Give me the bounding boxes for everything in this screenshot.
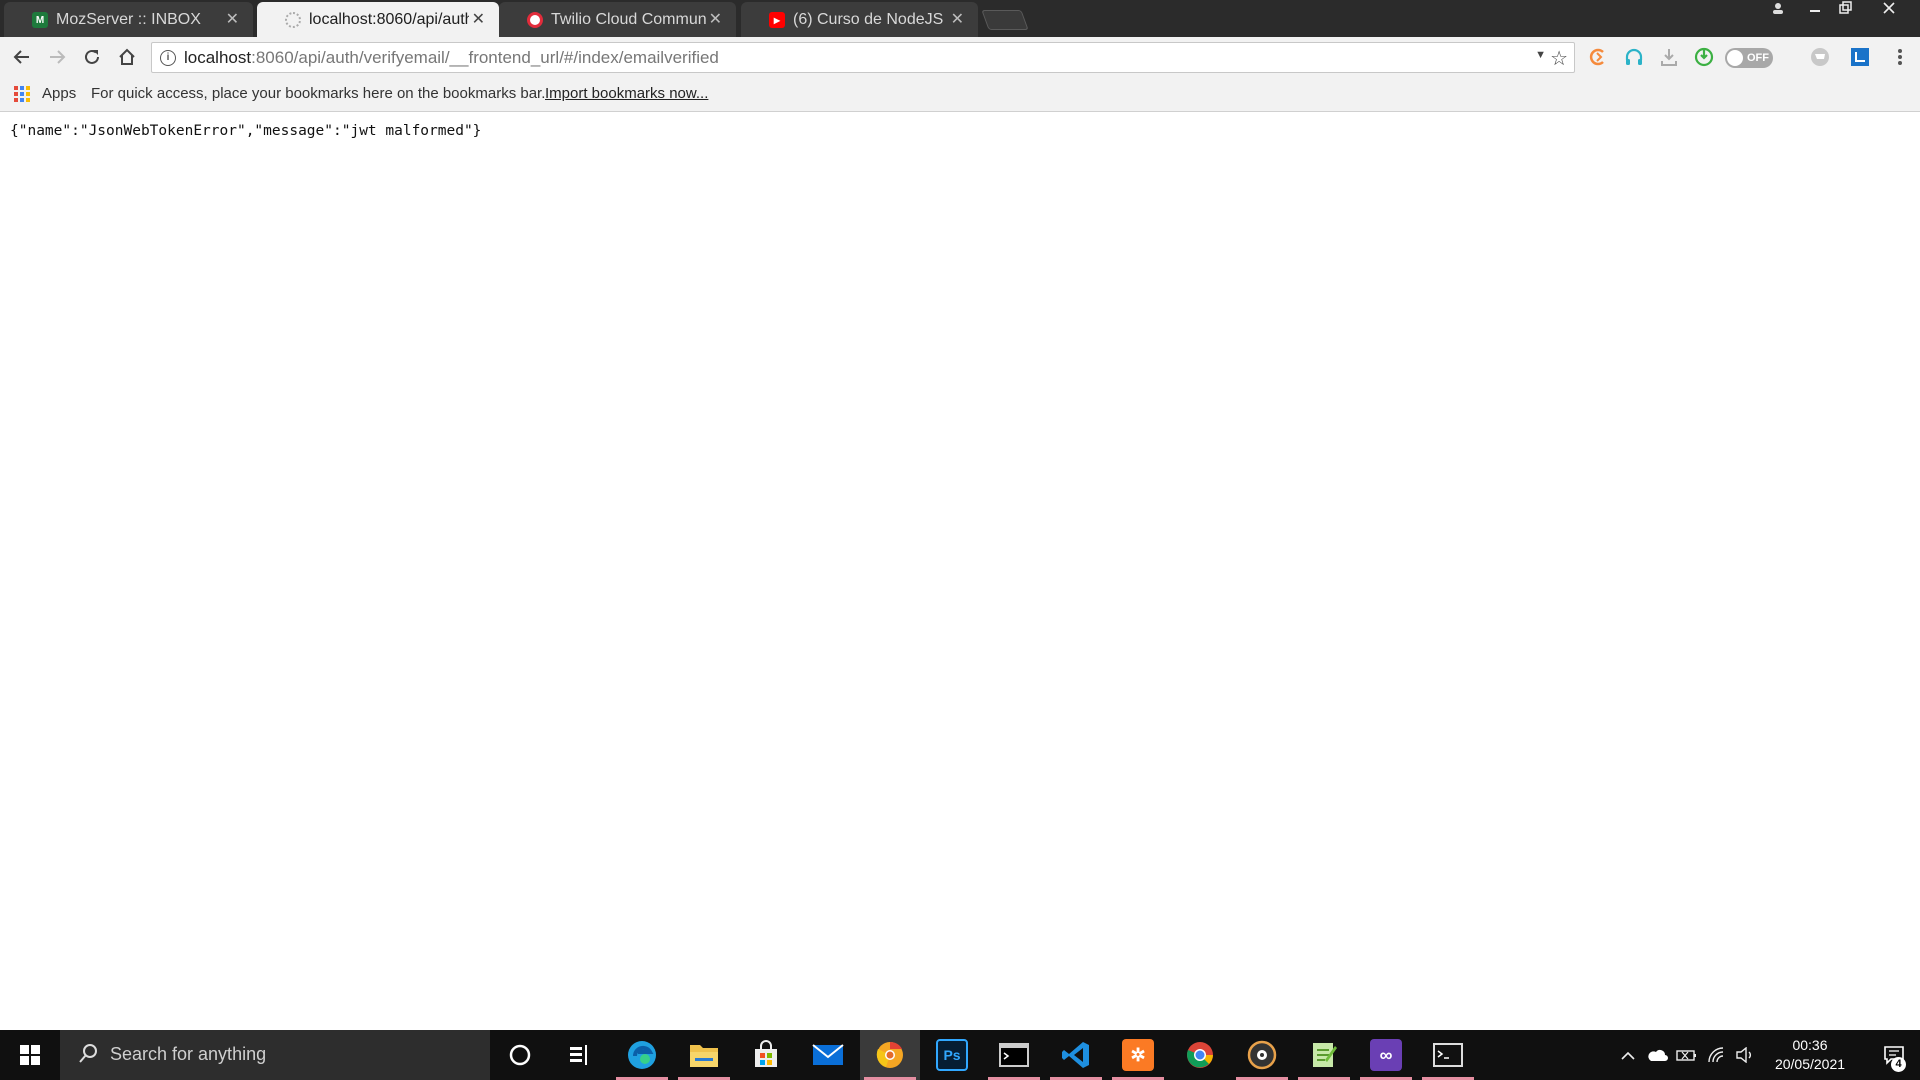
show-hidden-icons[interactable] — [1615, 1030, 1641, 1080]
tab-title: (6) Curso de NodeJS - N — [793, 11, 948, 28]
battery-icon[interactable] — [1673, 1030, 1701, 1080]
tab-title: localhost:8060/api/auth/ — [309, 11, 469, 28]
media-player-icon[interactable] — [1232, 1030, 1292, 1080]
twilio-icon — [527, 12, 543, 28]
home-icon[interactable] — [113, 43, 141, 71]
onedrive-icon[interactable] — [1643, 1030, 1671, 1080]
tab-youtube[interactable]: ▶ (6) Curso de NodeJS - N ✕ — [737, 2, 982, 37]
youtube-icon: ▶ — [769, 12, 785, 28]
tab-title: MozServer :: INBOX — [56, 11, 201, 28]
action-center-icon[interactable]: 4 — [1868, 1030, 1920, 1080]
edge-icon[interactable] — [612, 1030, 672, 1080]
minimize-icon[interactable] — [1798, 0, 1832, 22]
back-icon[interactable] — [8, 43, 36, 71]
url-text: localhost:8060/api/auth/verifyemail/__fr… — [184, 48, 719, 67]
import-bookmarks-link[interactable]: Import bookmarks now... — [545, 85, 708, 102]
system-clock[interactable]: 00:36 20/05/2021 — [1755, 1036, 1865, 1074]
bookmark-star-icon[interactable]: ☆ — [1550, 46, 1568, 71]
browser-toolbar: i localhost:8060/api/auth/verifyemail/__… — [0, 37, 1920, 77]
visual-studio-icon[interactable]: ∞ — [1356, 1030, 1416, 1080]
cortana-icon[interactable] — [490, 1030, 550, 1080]
close-window-icon[interactable] — [1872, 0, 1906, 22]
close-tab-icon[interactable]: ✕ — [472, 10, 485, 30]
profile-icon[interactable] — [1761, 0, 1795, 22]
taskbar-search[interactable]: Search for anything — [60, 1030, 490, 1080]
chrome-canary-icon[interactable] — [860, 1030, 920, 1080]
power-download-icon[interactable] — [1694, 47, 1714, 67]
cart-icon[interactable] — [1810, 47, 1830, 67]
photoshop-icon[interactable]: Ps — [922, 1030, 982, 1080]
store-icon[interactable] — [736, 1030, 796, 1080]
notification-count: 4 — [1891, 1057, 1906, 1072]
search-icon — [79, 1044, 97, 1063]
tab-mozserver[interactable]: M MozServer :: INBOX ✕ — [0, 2, 257, 37]
tab-title: Twilio Cloud Communica — [551, 11, 706, 28]
extension-blue-icon[interactable] — [1850, 47, 1870, 67]
wifi-icon[interactable] — [1703, 1030, 1731, 1080]
search-placeholder: Search for anything — [110, 1044, 267, 1064]
restore-icon[interactable] — [1828, 0, 1862, 22]
close-tab-icon[interactable]: ✕ — [709, 10, 722, 30]
reload-icon[interactable] — [78, 43, 106, 71]
apps-shortcut[interactable]: Apps — [42, 85, 76, 102]
toggle-switch[interactable]: OFF — [1725, 48, 1773, 68]
tab-localhost[interactable]: localhost:8060/api/auth/ ✕ — [253, 2, 503, 37]
close-tab-icon[interactable]: ✕ — [226, 10, 239, 30]
bookmarks-hint: For quick access, place your bookmarks h… — [91, 85, 546, 102]
apps-icon[interactable] — [14, 86, 30, 102]
bookmarks-bar: Apps For quick access, place your bookma… — [0, 77, 1920, 112]
address-bar[interactable]: i localhost:8060/api/auth/verifyemail/__… — [151, 42, 1575, 73]
dropdown-icon[interactable]: ▼ — [1535, 49, 1546, 61]
xampp-icon[interactable]: ✲ — [1108, 1030, 1168, 1080]
new-tab-button[interactable] — [981, 10, 1029, 30]
notepad-plus-icon[interactable] — [1294, 1030, 1354, 1080]
vscode-icon[interactable] — [1046, 1030, 1106, 1080]
terminal-icon[interactable] — [984, 1030, 1044, 1080]
tab-twilio[interactable]: Twilio Cloud Communica ✕ — [495, 2, 740, 37]
loading-icon — [285, 12, 301, 28]
chrome-icon[interactable] — [1170, 1030, 1230, 1080]
cmd-icon[interactable] — [1418, 1030, 1478, 1080]
headphones-icon[interactable] — [1624, 47, 1644, 67]
page-content: {"name":"JsonWebTokenError","message":"j… — [0, 112, 1920, 1030]
menu-icon[interactable] — [1890, 47, 1910, 67]
clock-time: 00:36 — [1792, 1037, 1828, 1053]
task-view-icon[interactable] — [550, 1030, 610, 1080]
mozserver-icon: M — [32, 12, 48, 28]
clock-date: 20/05/2021 — [1774, 1056, 1846, 1072]
file-explorer-icon[interactable] — [674, 1030, 734, 1080]
json-response: {"name":"JsonWebTokenError","message":"j… — [10, 123, 482, 139]
start-button[interactable] — [0, 1030, 60, 1080]
extension-orange-icon[interactable] — [1588, 47, 1608, 67]
close-tab-icon[interactable]: ✕ — [951, 10, 964, 30]
forward-icon[interactable] — [43, 43, 71, 71]
info-icon[interactable]: i — [160, 50, 176, 66]
tab-strip: M MozServer :: INBOX ✕ localhost:8060/ap… — [0, 0, 1920, 37]
windows-icon — [20, 1045, 40, 1065]
taskbar: Search for anything Ps ✲ ∞ 00:36 20/05/2… — [0, 1030, 1920, 1080]
download-icon[interactable] — [1659, 47, 1679, 67]
mail-icon[interactable] — [798, 1030, 858, 1080]
